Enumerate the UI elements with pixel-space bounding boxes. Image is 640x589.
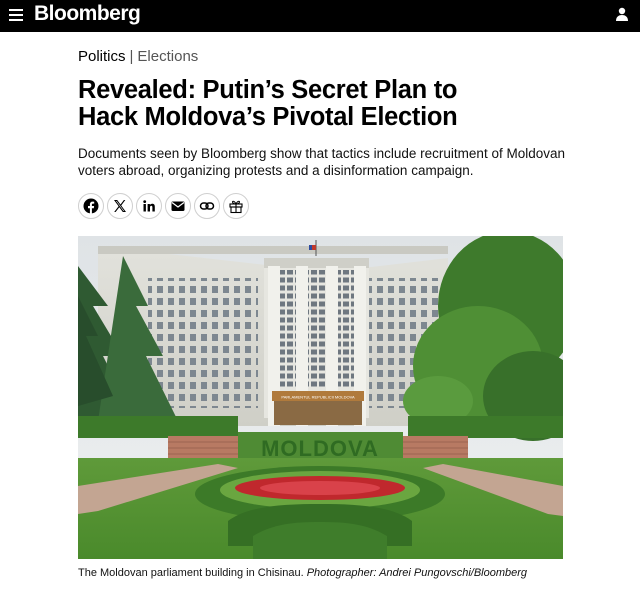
linkedin-share-button[interactable] <box>136 193 162 219</box>
photo-credit: Photographer: Andrei Pungovschi/Bloomber… <box>306 567 528 579</box>
article-summary: Documents seen by Bloomberg show that ta… <box>78 146 565 178</box>
facebook-share-button[interactable] <box>78 193 104 219</box>
x-share-button[interactable] <box>107 193 133 219</box>
linkedin-icon <box>143 200 155 212</box>
breadcrumb: Politics | Elections <box>78 48 198 66</box>
email-share-button[interactable] <box>165 193 191 219</box>
headline-line-1: Revealed: Putin’s Secret Plan to <box>78 76 458 104</box>
copy-link-button[interactable] <box>194 193 220 219</box>
photo-caption: The Moldovan parliament building in Chis… <box>78 566 527 580</box>
article-headline: Revealed: Putin’s Secret Plan to Hack Mo… <box>78 77 598 131</box>
breadcrumb-separator: | <box>129 48 134 65</box>
bloomberg-logo[interactable]: Bloomberg <box>34 2 141 26</box>
gift-icon <box>229 200 243 214</box>
facebook-icon <box>83 198 99 214</box>
parliament-sign: PARLAMENTUL REPUBLICII MOLDOVA <box>281 395 355 400</box>
headline-line-2: Hack Moldova’s Pivotal Election <box>78 103 458 131</box>
caption-text: The Moldovan parliament building in Chis… <box>78 567 304 579</box>
gift-article-button[interactable] <box>223 193 249 219</box>
top-navigation-bar: Bloomberg <box>0 0 640 32</box>
hamburger-menu-icon[interactable] <box>9 9 23 21</box>
moldova-hedge-lettering: MOLDOVA <box>261 436 379 461</box>
breadcrumb-elections[interactable]: Elections <box>137 48 198 65</box>
copy-link-icon <box>199 202 215 210</box>
x-twitter-icon <box>114 200 126 212</box>
email-icon <box>171 201 185 211</box>
user-account-icon[interactable] <box>614 6 630 22</box>
breadcrumb-politics[interactable]: Politics <box>78 48 126 65</box>
lead-photo-parliament-building: PARLAMENTUL REPUBLICII MOLDOVA MOLDOVA <box>78 236 563 559</box>
